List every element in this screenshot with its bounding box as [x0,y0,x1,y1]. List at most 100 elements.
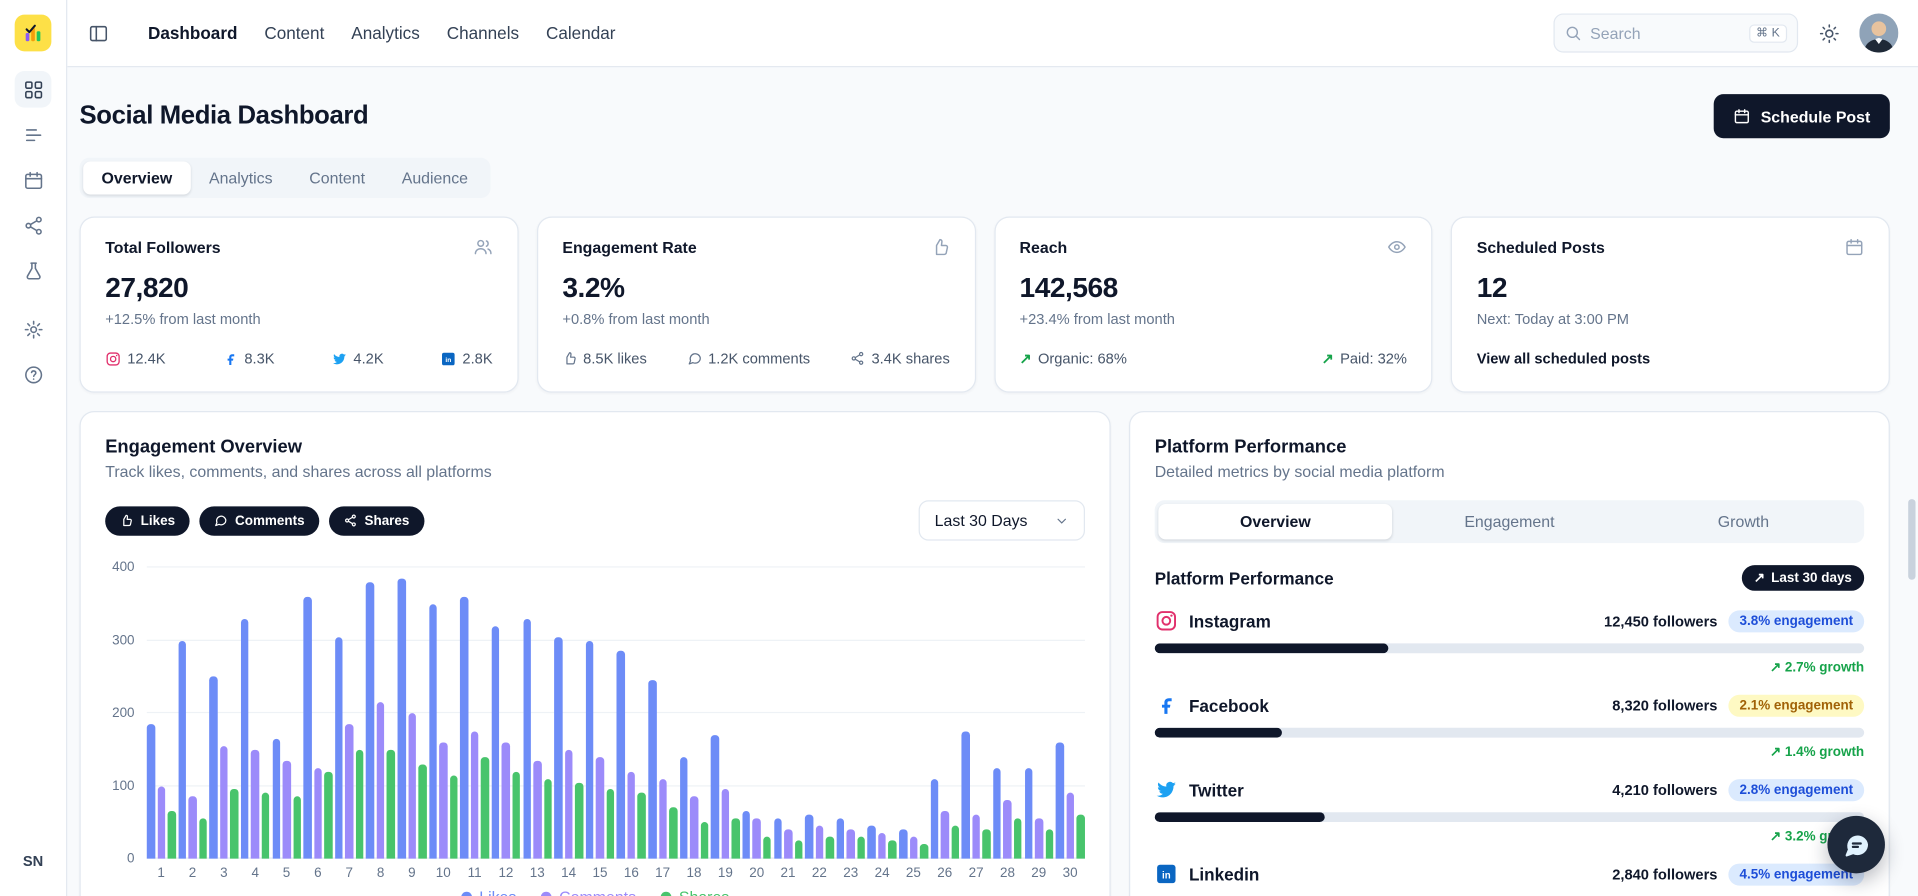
sidebar-item-labs[interactable] [15,252,52,289]
sidebar-item-channels[interactable] [15,207,52,244]
date-range-select[interactable]: Last 30 Days [918,500,1085,541]
vertical-scrollbar-thumb[interactable] [1908,499,1916,580]
sidebar-item-calendar[interactable] [15,161,52,198]
twitter-icon [1156,781,1177,798]
nav-link-dashboard[interactable]: Dashboard [148,23,237,43]
app-logo[interactable] [14,14,52,52]
filter-shares-pill[interactable]: Shares [329,505,425,536]
nav-link-content[interactable]: Content [264,23,324,43]
bar-group-day-1: 1 [146,568,176,881]
dashboard-content: Social Media Dashboard Schedule Post Ove… [67,67,1918,896]
bar-shares-day-22 [825,836,834,859]
bar-shares-day-19 [731,818,740,859]
bar-likes-day-30 [1055,742,1064,859]
bar-comments-day-28 [1003,800,1012,859]
search-placeholder: Search [1590,23,1641,43]
bar-group-day-9: 9 [397,568,427,881]
bar-group-day-15: 15 [585,568,615,881]
engagement-badge: 2.1% engagement [1728,694,1865,717]
metric-comments: 1.2K comments [687,350,810,367]
bar-shares-day-6 [324,771,333,859]
bar-likes-day-29 [1024,767,1033,859]
platform-row-twitter: Twitter 4,210 followers 2.8% engagement … [1154,778,1865,845]
nav-link-calendar[interactable]: Calendar [546,23,616,43]
bar-group-day-22: 22 [805,568,834,881]
bar-group-day-3: 3 [209,568,239,881]
theme-toggle-button[interactable] [1810,15,1847,52]
svg-text:in: in [445,356,451,363]
filter-comments-pill[interactable]: Comments [199,505,320,536]
filter-likes-pill[interactable]: Likes [105,505,190,536]
user-avatar[interactable] [1859,13,1899,53]
chart-y-axis: 0 100 200 300 400 [112,560,135,867]
trending-up-icon: ↗ [1769,660,1785,676]
bar-shares-day-30 [1076,815,1085,859]
search-input[interactable]: Search ⌘ K [1553,13,1799,53]
schedule-post-label: Schedule Post [1760,107,1871,126]
platform-row-instagram: Instagram 12,450 followers 3.8% engageme… [1154,609,1865,676]
sidebar-item-dashboard[interactable] [14,70,52,108]
sidebar-item-settings[interactable] [15,311,52,348]
bar-group-day-24: 24 [867,568,897,881]
followers-count: 2,840 followers [1612,865,1718,883]
bar-group-day-29: 29 [1024,568,1054,881]
bar-comments-day-11 [470,731,479,859]
bar-likes-day-10 [428,603,437,859]
trending-up-icon: ↗ [1769,829,1785,845]
followers-count: 12,450 followers [1604,612,1718,630]
bar-comments-day-15 [596,756,604,859]
bar-comments-day-6 [313,767,322,859]
platform-row-linkedin: in Linkedin 2,840 followers 4.5% engagem… [1155,862,1865,896]
tab-content[interactable]: Content [291,161,383,194]
sidebar-item-content[interactable] [15,116,52,153]
bar-likes-day-8 [366,582,375,859]
bar-shares-day-25 [919,844,928,859]
sidebar-toggle-button[interactable] [80,15,117,52]
bar-comments-day-26 [940,811,949,859]
schedule-post-button[interactable]: Schedule Post [1714,94,1890,139]
tab-audience[interactable]: Audience [383,161,486,194]
nav-link-channels[interactable]: Channels [447,23,519,43]
bar-shares-day-11 [481,756,489,859]
bar-likes-day-19 [710,734,719,859]
calendar-icon [24,171,42,189]
bar-comments-day-27 [972,815,981,859]
range-badge[interactable]: ↗ Last 30 days [1741,565,1865,591]
bar-shares-day-13 [543,778,552,859]
stat-change: +23.4% from last month [1019,310,1175,328]
list-icon [25,128,41,141]
share-icon [852,351,864,365]
stat-card-scheduled-posts: Scheduled Posts 12 Next: Today at 3:00 P… [1451,216,1890,393]
followers-count: 4,210 followers [1612,781,1718,799]
view-scheduled-posts-link[interactable]: View all scheduled posts [1477,350,1650,367]
share-network-icon [24,215,42,235]
calendar-icon [1845,237,1865,257]
bar-group-day-4: 4 [240,568,270,881]
bar-comments-day-20 [752,818,761,859]
bar-comments-day-21 [784,829,793,859]
platform-tab-engagement[interactable]: Engagement [1392,504,1626,539]
bar-comments-day-17 [658,778,667,859]
chat-fab-button[interactable] [1827,815,1885,874]
grid-icon [24,80,42,98]
app-root: SN Dashboard Content Analytics Channels … [0,0,1918,896]
chat-bubble-icon [1844,834,1868,856]
engagement-title: Engagement Overview [105,436,303,458]
engagement-badge: 3.8% engagement [1728,609,1865,632]
tab-overview[interactable]: Overview [83,161,191,195]
nav-link-analytics[interactable]: Analytics [351,23,420,43]
sidebar-item-help[interactable] [15,356,52,393]
platform-tab-growth[interactable]: Growth [1626,504,1860,539]
bar-shares-day-23 [857,836,866,859]
stat-title: Reach [1019,237,1068,257]
legend-comments: Comments [540,888,636,896]
stat-value: 142,568 [1019,271,1119,304]
tab-analytics[interactable]: Analytics [191,161,291,194]
platform-tab-overview[interactable]: Overview [1158,503,1393,540]
main-column: Dashboard Content Analytics Channels Cal… [67,0,1918,896]
chart-legend: Likes Comments Shares [105,888,1085,896]
bar-group-day-28: 28 [993,568,1022,881]
growth-label: ↗ 1.4% growth [1769,744,1865,760]
bar-shares-day-12 [512,771,521,859]
sidebar-user-initials[interactable]: SN [15,843,52,880]
